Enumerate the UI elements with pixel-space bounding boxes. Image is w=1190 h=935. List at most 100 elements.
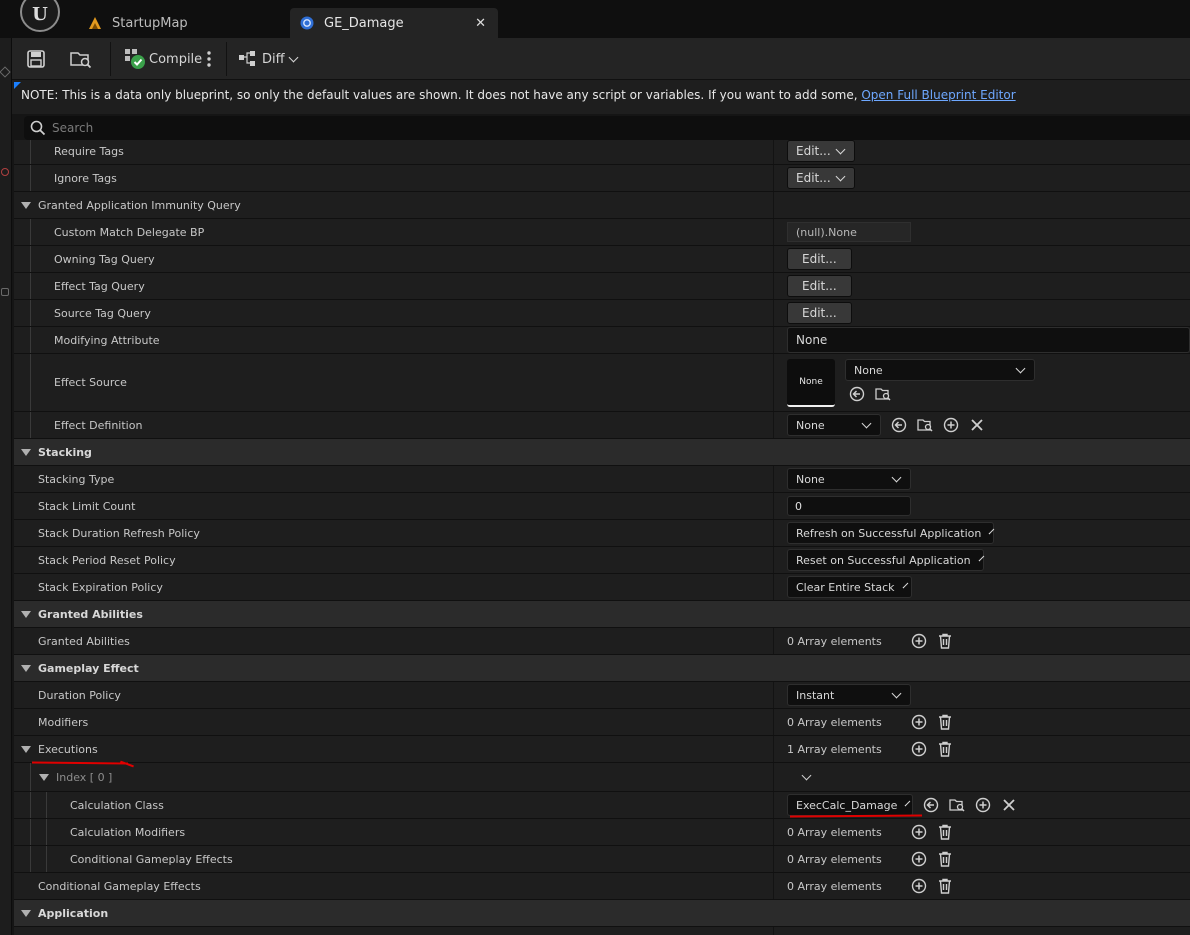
row-conditional-effects-inner: Conditional Gameplay Effects 0 Array ele… (14, 846, 1190, 873)
effect-tag-query-edit-button[interactable]: Edit... (787, 275, 852, 297)
array-count: 0 Array elements (787, 634, 882, 648)
property-label: Stack Limit Count (38, 499, 136, 513)
stack-limit-input[interactable]: 0 (787, 496, 911, 516)
browse-folder-icon[interactable] (949, 797, 965, 813)
search-input[interactable]: Search (52, 121, 93, 135)
category-application[interactable]: Application (14, 900, 1190, 927)
status-icon (1, 168, 9, 176)
index-options-chevron-icon[interactable] (801, 770, 812, 780)
effect-source-combo[interactable]: None (845, 359, 1035, 381)
add-element-icon[interactable] (911, 824, 927, 840)
trash-icon[interactable] (937, 741, 953, 757)
expand-arrow-icon[interactable] (21, 449, 31, 456)
use-selected-icon[interactable] (849, 386, 865, 402)
stack-period-combo[interactable]: Reset on Successful Application (787, 549, 984, 571)
property-label: Stack Expiration Policy (38, 580, 163, 594)
category-label: Granted Abilities (38, 607, 143, 621)
modifying-attribute-combo[interactable]: None (787, 327, 1190, 353)
row-custom-match: Custom Match Delegate BP (null).None (14, 219, 1190, 246)
trash-icon[interactable] (937, 851, 953, 867)
toolbar: Compile Diff (12, 38, 1190, 80)
row-immunity-query[interactable]: Granted Application Immunity Query (14, 192, 1190, 219)
combo-value: Clear Entire Stack (796, 580, 895, 594)
add-icon[interactable] (943, 417, 959, 433)
search-icon (30, 120, 46, 136)
row-granted-abilities: Granted Abilities 0 Array elements (14, 628, 1190, 655)
tab-ge-damage[interactable]: GE_Damage ✕ (290, 8, 498, 38)
stack-expiration-combo[interactable]: Clear Entire Stack (787, 576, 912, 598)
clear-icon[interactable] (1001, 797, 1017, 813)
unreal-logo-icon[interactable]: U (20, 0, 60, 32)
duration-policy-combo[interactable]: Instant (787, 684, 911, 706)
property-label: Source Tag Query (54, 306, 151, 320)
expand-arrow-icon[interactable] (21, 202, 31, 209)
calculation-class-combo[interactable]: ExecCalc_Damage (787, 794, 913, 816)
use-selected-icon[interactable] (891, 417, 907, 433)
add-icon[interactable] (975, 797, 991, 813)
compile-button[interactable]: Compile (124, 44, 202, 74)
ignore-tags-edit-button[interactable]: Edit... (787, 167, 855, 189)
trash-icon[interactable] (937, 824, 953, 840)
level-map-icon (88, 16, 102, 30)
row-stack-period-policy: Stack Period Reset Policy Reset on Succe… (14, 547, 1190, 574)
category-stacking[interactable]: Stacking (14, 439, 1190, 466)
use-selected-icon[interactable] (923, 797, 939, 813)
browse-button[interactable] (70, 44, 92, 74)
trash-icon[interactable] (937, 633, 953, 649)
combo-value: ExecCalc_Damage (796, 798, 898, 812)
owning-tag-query-edit-button[interactable]: Edit... (787, 248, 852, 270)
combo-value: Reset on Successful Application (796, 553, 971, 567)
data-only-note: NOTE: This is a data only blueprint, so … (12, 80, 1190, 114)
property-label: Effect Tag Query (54, 279, 145, 293)
add-element-icon[interactable] (911, 633, 927, 649)
compile-label: Compile (149, 51, 203, 67)
tab-startupmap[interactable]: StartupMap (78, 8, 286, 38)
trash-icon[interactable] (937, 878, 953, 894)
add-element-icon[interactable] (911, 878, 927, 894)
effect-definition-combo[interactable]: None (787, 414, 881, 436)
row-executions[interactable]: Executions 1 Array elements (14, 736, 1190, 763)
expand-arrow-icon[interactable] (21, 611, 31, 618)
category-label: Gameplay Effect (38, 661, 139, 675)
diff-icon (239, 51, 255, 66)
chevron-down-icon (288, 52, 299, 62)
browse-folder-icon[interactable] (875, 386, 891, 402)
property-label: Calculation Modifiers (70, 825, 186, 839)
row-calculation-modifiers: Calculation Modifiers 0 Array elements (14, 819, 1190, 846)
close-icon[interactable]: ✕ (475, 16, 486, 31)
property-label: Executions (38, 742, 98, 756)
property-label: Stacking Type (38, 472, 115, 486)
add-element-icon[interactable] (911, 741, 927, 757)
require-tags-edit-button[interactable]: Edit... (787, 140, 855, 162)
search-bar[interactable]: Search (24, 116, 1190, 140)
expand-arrow-icon[interactable] (39, 774, 49, 781)
row-effect-source: Effect Source None None (14, 354, 1190, 412)
effect-source-thumbnail[interactable]: None (787, 359, 835, 407)
row-effect-definition: Effect Definition None (14, 412, 1190, 439)
trash-icon[interactable] (937, 714, 953, 730)
expand-arrow-icon[interactable] (21, 665, 31, 672)
expand-arrow-icon[interactable] (21, 910, 31, 917)
open-full-editor-link[interactable]: Open Full Blueprint Editor (861, 88, 1015, 102)
property-label: Stack Duration Refresh Policy (38, 526, 200, 540)
add-element-icon[interactable] (911, 851, 927, 867)
tab-label: GE_Damage (324, 15, 404, 31)
stack-refresh-combo[interactable]: Refresh on Successful Application (787, 522, 995, 544)
diff-button[interactable]: Diff (238, 44, 299, 74)
category-granted-abilities[interactable]: Granted Abilities (14, 601, 1190, 628)
property-label: Calculation Class (70, 798, 164, 812)
save-button[interactable] (26, 44, 46, 74)
category-gameplay-effect[interactable]: Gameplay Effect (14, 655, 1190, 682)
clear-icon[interactable] (969, 417, 985, 433)
source-tag-query-edit-button[interactable]: Edit... (787, 302, 852, 324)
stacking-type-combo[interactable]: None (787, 468, 911, 490)
category-label: Stacking (38, 445, 92, 459)
row-index-0[interactable]: Index [ 0 ] (14, 763, 1190, 792)
property-label: Custom Match Delegate BP (54, 225, 205, 239)
compile-options-button[interactable] (206, 44, 212, 74)
add-element-icon[interactable] (911, 714, 927, 730)
row-stacking-type: Stacking Type None (14, 466, 1190, 493)
array-count: 0 Array elements (787, 879, 882, 893)
browse-folder-icon[interactable] (917, 417, 933, 433)
expand-arrow-icon[interactable] (21, 746, 31, 753)
